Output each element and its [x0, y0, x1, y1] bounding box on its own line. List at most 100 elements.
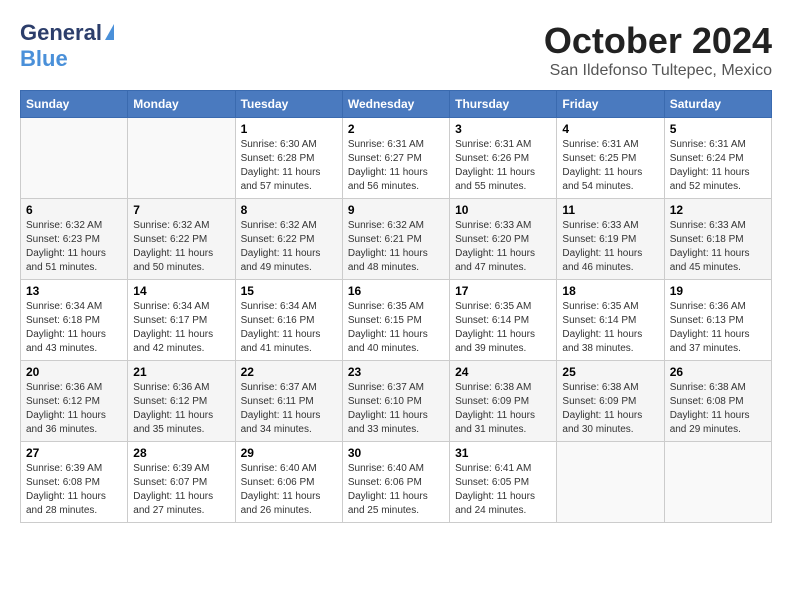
day-info: Sunrise: 6:31 AMSunset: 6:27 PMDaylight:…: [348, 138, 444, 194]
day-info: Sunrise: 6:40 AMSunset: 6:06 PMDaylight:…: [241, 462, 337, 518]
day-info: Sunrise: 6:32 AMSunset: 6:23 PMDaylight:…: [26, 219, 122, 275]
day-number: 8: [241, 203, 337, 217]
calendar-header-cell: Sunday: [21, 91, 128, 118]
day-info: Sunrise: 6:33 AMSunset: 6:18 PMDaylight:…: [670, 219, 766, 275]
day-info: Sunrise: 6:32 AMSunset: 6:21 PMDaylight:…: [348, 219, 444, 275]
calendar-day-cell: [557, 442, 664, 523]
calendar-week-row: 13Sunrise: 6:34 AMSunset: 6:18 PMDayligh…: [21, 280, 772, 361]
calendar-header: SundayMondayTuesdayWednesdayThursdayFrid…: [21, 91, 772, 118]
day-number: 25: [562, 365, 658, 379]
day-info: Sunrise: 6:38 AMSunset: 6:09 PMDaylight:…: [455, 381, 551, 437]
calendar-day-cell: 23 Sunrise: 6:37 AMSunset: 6:10 PMDayligh…: [342, 361, 449, 442]
day-number: 19: [670, 284, 766, 298]
calendar-day-cell: 9 Sunrise: 6:32 AMSunset: 6:21 PMDaylight…: [342, 199, 449, 280]
day-number: 10: [455, 203, 551, 217]
page-header: General Blue October 2024 San Ildefonso …: [20, 20, 772, 80]
day-info: Sunrise: 6:39 AMSunset: 6:08 PMDaylight:…: [26, 462, 122, 518]
calendar-day-cell: 10 Sunrise: 6:33 AMSunset: 6:20 PMDayligh…: [450, 199, 557, 280]
calendar-day-cell: 2 Sunrise: 6:31 AMSunset: 6:27 PMDaylight…: [342, 118, 449, 199]
day-info: Sunrise: 6:34 AMSunset: 6:17 PMDaylight:…: [133, 300, 229, 356]
day-info: Sunrise: 6:31 AMSunset: 6:25 PMDaylight:…: [562, 138, 658, 194]
day-number: 6: [26, 203, 122, 217]
day-number: 2: [348, 122, 444, 136]
calendar-header-cell: Tuesday: [235, 91, 342, 118]
calendar-day-cell: 24 Sunrise: 6:38 AMSunset: 6:09 PMDayligh…: [450, 361, 557, 442]
calendar-day-cell: [128, 118, 235, 199]
calendar-day-cell: 18Sunrise: 6:35 AMSunset: 6:14 PMDayligh…: [557, 280, 664, 361]
calendar-day-cell: 16 Sunrise: 6:35 AMSunset: 6:15 PMDayligh…: [342, 280, 449, 361]
page-subtitle: San Ildefonso Tultepec, Mexico: [544, 62, 772, 80]
day-number: 18: [562, 284, 658, 298]
calendar-day-cell: 12 Sunrise: 6:33 AMSunset: 6:18 PMDayligh…: [664, 199, 771, 280]
calendar-day-cell: [21, 118, 128, 199]
calendar-day-cell: 17 Sunrise: 6:35 AMSunset: 6:14 PMDayligh…: [450, 280, 557, 361]
calendar-header-cell: Friday: [557, 91, 664, 118]
calendar-day-cell: 3Sunrise: 6:31 AMSunset: 6:26 PMDaylight…: [450, 118, 557, 199]
day-number: 15: [241, 284, 337, 298]
calendar-week-row: 1 Sunrise: 6:30 AMSunset: 6:28 PMDaylight…: [21, 118, 772, 199]
day-number: 5: [670, 122, 766, 136]
calendar-day-cell: 30 Sunrise: 6:40 AMSunset: 6:06 PMDayligh…: [342, 442, 449, 523]
calendar-day-cell: 28 Sunrise: 6:39 AMSunset: 6:07 PMDayligh…: [128, 442, 235, 523]
calendar-week-row: 27Sunrise: 6:39 AMSunset: 6:08 PMDayligh…: [21, 442, 772, 523]
day-info: Sunrise: 6:31 AMSunset: 6:26 PMDaylight:…: [455, 138, 551, 194]
day-info: Sunrise: 6:34 AMSunset: 6:18 PMDaylight:…: [26, 300, 122, 356]
day-number: 11: [562, 203, 658, 217]
calendar-week-row: 6 Sunrise: 6:32 AMSunset: 6:23 PMDaylight…: [21, 199, 772, 280]
calendar-day-cell: 15 Sunrise: 6:34 AMSunset: 6:16 PMDayligh…: [235, 280, 342, 361]
day-info: Sunrise: 6:35 AMSunset: 6:14 PMDaylight:…: [455, 300, 551, 356]
calendar-day-cell: 22Sunrise: 6:37 AMSunset: 6:11 PMDayligh…: [235, 361, 342, 442]
day-info: Sunrise: 6:41 AMSunset: 6:05 PMDaylight:…: [455, 462, 551, 518]
logo-triangle-icon: [105, 24, 114, 40]
day-info: Sunrise: 6:36 AMSunset: 6:13 PMDaylight:…: [670, 300, 766, 356]
day-info: Sunrise: 6:30 AMSunset: 6:28 PMDaylight:…: [241, 138, 337, 194]
day-info: Sunrise: 6:34 AMSunset: 6:16 PMDaylight:…: [241, 300, 337, 356]
calendar-day-cell: 31Sunrise: 6:41 AMSunset: 6:05 PMDayligh…: [450, 442, 557, 523]
calendar-day-cell: 11Sunrise: 6:33 AMSunset: 6:19 PMDayligh…: [557, 199, 664, 280]
day-info: Sunrise: 6:38 AMSunset: 6:09 PMDaylight:…: [562, 381, 658, 437]
day-number: 30: [348, 446, 444, 460]
day-number: 29: [241, 446, 337, 460]
calendar-header-cell: Saturday: [664, 91, 771, 118]
calendar-day-cell: 7Sunrise: 6:32 AMSunset: 6:22 PMDaylight…: [128, 199, 235, 280]
calendar-body: 1 Sunrise: 6:30 AMSunset: 6:28 PMDaylight…: [21, 118, 772, 523]
calendar-day-cell: [664, 442, 771, 523]
day-info: Sunrise: 6:37 AMSunset: 6:11 PMDaylight:…: [241, 381, 337, 437]
day-number: 21: [133, 365, 229, 379]
day-info: Sunrise: 6:39 AMSunset: 6:07 PMDaylight:…: [133, 462, 229, 518]
calendar-header-cell: Wednesday: [342, 91, 449, 118]
day-info: Sunrise: 6:37 AMSunset: 6:10 PMDaylight:…: [348, 381, 444, 437]
day-info: Sunrise: 6:36 AMSunset: 6:12 PMDaylight:…: [133, 381, 229, 437]
day-number: 16: [348, 284, 444, 298]
day-number: 14: [133, 284, 229, 298]
calendar-day-cell: 20 Sunrise: 6:36 AMSunset: 6:12 PMDayligh…: [21, 361, 128, 442]
day-number: 12: [670, 203, 766, 217]
day-info: Sunrise: 6:35 AMSunset: 6:15 PMDaylight:…: [348, 300, 444, 356]
calendar-header-cell: Monday: [128, 91, 235, 118]
calendar-day-cell: 14 Sunrise: 6:34 AMSunset: 6:17 PMDayligh…: [128, 280, 235, 361]
day-info: Sunrise: 6:36 AMSunset: 6:12 PMDaylight:…: [26, 381, 122, 437]
calendar-day-cell: 19 Sunrise: 6:36 AMSunset: 6:13 PMDayligh…: [664, 280, 771, 361]
calendar-day-cell: 5Sunrise: 6:31 AMSunset: 6:24 PMDaylight…: [664, 118, 771, 199]
day-number: 9: [348, 203, 444, 217]
day-number: 1: [241, 122, 337, 136]
day-info: Sunrise: 6:32 AMSunset: 6:22 PMDaylight:…: [241, 219, 337, 275]
day-number: 28: [133, 446, 229, 460]
calendar-week-row: 20 Sunrise: 6:36 AMSunset: 6:12 PMDayligh…: [21, 361, 772, 442]
day-number: 26: [670, 365, 766, 379]
calendar-day-cell: 25 Sunrise: 6:38 AMSunset: 6:09 PMDayligh…: [557, 361, 664, 442]
day-info: Sunrise: 6:32 AMSunset: 6:22 PMDaylight:…: [133, 219, 229, 275]
day-number: 4: [562, 122, 658, 136]
logo: General Blue: [20, 20, 114, 72]
calendar-day-cell: 29 Sunrise: 6:40 AMSunset: 6:06 PMDayligh…: [235, 442, 342, 523]
day-number: 17: [455, 284, 551, 298]
day-number: 20: [26, 365, 122, 379]
day-info: Sunrise: 6:40 AMSunset: 6:06 PMDaylight:…: [348, 462, 444, 518]
logo-blue: Blue: [20, 46, 68, 71]
calendar-day-cell: 13Sunrise: 6:34 AMSunset: 6:18 PMDayligh…: [21, 280, 128, 361]
calendar-day-cell: 21 Sunrise: 6:36 AMSunset: 6:12 PMDayligh…: [128, 361, 235, 442]
day-info: Sunrise: 6:33 AMSunset: 6:20 PMDaylight:…: [455, 219, 551, 275]
day-number: 23: [348, 365, 444, 379]
calendar-day-cell: 26Sunrise: 6:38 AMSunset: 6:08 PMDayligh…: [664, 361, 771, 442]
day-number: 24: [455, 365, 551, 379]
